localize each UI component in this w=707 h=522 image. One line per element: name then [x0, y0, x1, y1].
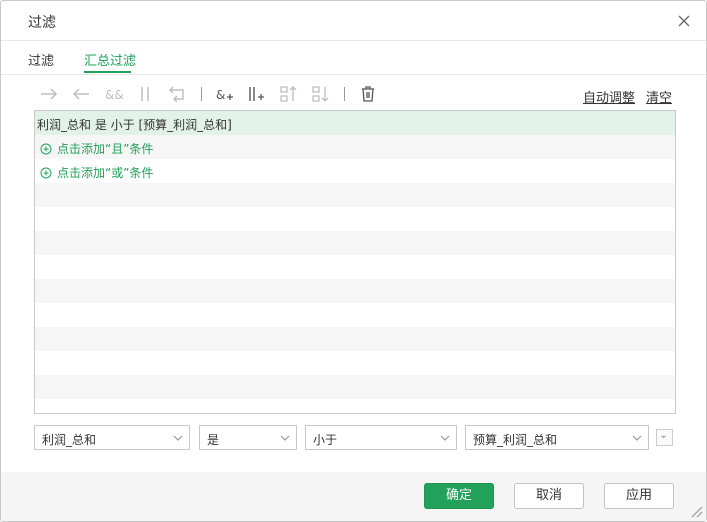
indent-left-icon[interactable]: [70, 83, 92, 105]
chevron-down-icon: [440, 435, 450, 441]
chevron-down-icon: [632, 435, 642, 441]
condition-text: 利润_总和 是 小于 [预算_利润_总和]: [37, 118, 232, 132]
close-icon[interactable]: [676, 13, 692, 29]
ok-button[interactable]: 确定: [424, 483, 494, 509]
empty-row: [35, 183, 675, 207]
field-select-value: 利润_总和: [42, 433, 97, 447]
dialog-title: 过滤: [28, 15, 56, 31]
plus-circle-icon: [40, 167, 52, 178]
add-and-label: 点击添加“且”条件: [57, 142, 154, 156]
toolbar-divider: [201, 87, 202, 101]
empty-row: [35, 207, 675, 231]
empty-row: [35, 279, 675, 303]
empty-row: [35, 327, 675, 351]
indent-right-icon[interactable]: [38, 83, 60, 105]
toolbar: && & 自动调整 清空: [1, 81, 706, 107]
chevron-down-icon: [173, 435, 183, 441]
empty-row: [35, 375, 675, 399]
empty-row: [35, 255, 675, 279]
add-or-condition[interactable]: 点击添加“或”条件: [40, 164, 153, 181]
operator-select-value: 是: [207, 433, 220, 447]
empty-row: [35, 351, 675, 375]
wrap-icon[interactable]: [166, 83, 188, 105]
condition-row[interactable]: 利润_总和 是 小于 [预算_利润_总和]: [35, 111, 675, 135]
comparison-select-value: 小于: [313, 433, 338, 447]
svg-text:&&: &&: [105, 88, 124, 102]
value-type-dropdown[interactable]: [656, 429, 673, 446]
chevron-down-icon: [280, 435, 290, 441]
empty-row: [35, 399, 675, 413]
dialog-footer: [1, 472, 706, 521]
triangle-down-icon: [660, 435, 667, 439]
toolbar-divider: [344, 87, 345, 101]
add-and-condition[interactable]: 点击添加“且”条件: [40, 140, 153, 157]
add-or-row[interactable]: 点击添加“或”条件: [35, 159, 675, 183]
plus-circle-icon: [40, 143, 52, 154]
add-or-icon[interactable]: [246, 83, 268, 105]
tab-bar: 过滤 汇总过滤: [1, 41, 706, 75]
target-select[interactable]: 预算_利润_总和: [465, 425, 649, 450]
svg-text:&: &: [216, 88, 225, 102]
empty-row: [35, 231, 675, 255]
empty-row: [35, 303, 675, 327]
tab-filter[interactable]: 过滤: [28, 50, 54, 69]
tab-summary-filter[interactable]: 汇总过滤: [84, 50, 136, 69]
add-or-label: 点击添加“或”条件: [57, 166, 154, 180]
resize-grip-icon[interactable]: [689, 504, 703, 518]
add-and-icon[interactable]: &: [214, 83, 236, 105]
target-select-value: 预算_利润_总和: [473, 433, 558, 447]
and-icon[interactable]: &&: [102, 83, 124, 105]
apply-button[interactable]: 应用: [604, 483, 674, 509]
filter-dialog: 过滤 过滤 汇总过滤 && & 自动调整 清空 利润_总和 是 小于 [预算_利…: [0, 0, 707, 522]
operator-select[interactable]: 是: [199, 425, 297, 450]
move-up-icon[interactable]: [278, 83, 300, 105]
condition-list: 利润_总和 是 小于 [预算_利润_总和] 点击添加“且”条件 点击添加“或”条…: [34, 110, 676, 414]
cancel-button[interactable]: 取消: [514, 483, 584, 509]
field-select[interactable]: 利润_总和: [34, 425, 190, 450]
add-and-row[interactable]: 点击添加“且”条件: [35, 135, 675, 159]
active-tab-indicator: [84, 71, 131, 73]
or-icon[interactable]: [134, 83, 156, 105]
delete-icon[interactable]: [357, 83, 379, 105]
comparison-select[interactable]: 小于: [305, 425, 457, 450]
auto-adjust-link[interactable]: 自动调整: [583, 87, 635, 106]
clear-link[interactable]: 清空: [646, 87, 672, 106]
title-bar: 过滤: [1, 1, 706, 41]
move-down-icon[interactable]: [310, 83, 332, 105]
